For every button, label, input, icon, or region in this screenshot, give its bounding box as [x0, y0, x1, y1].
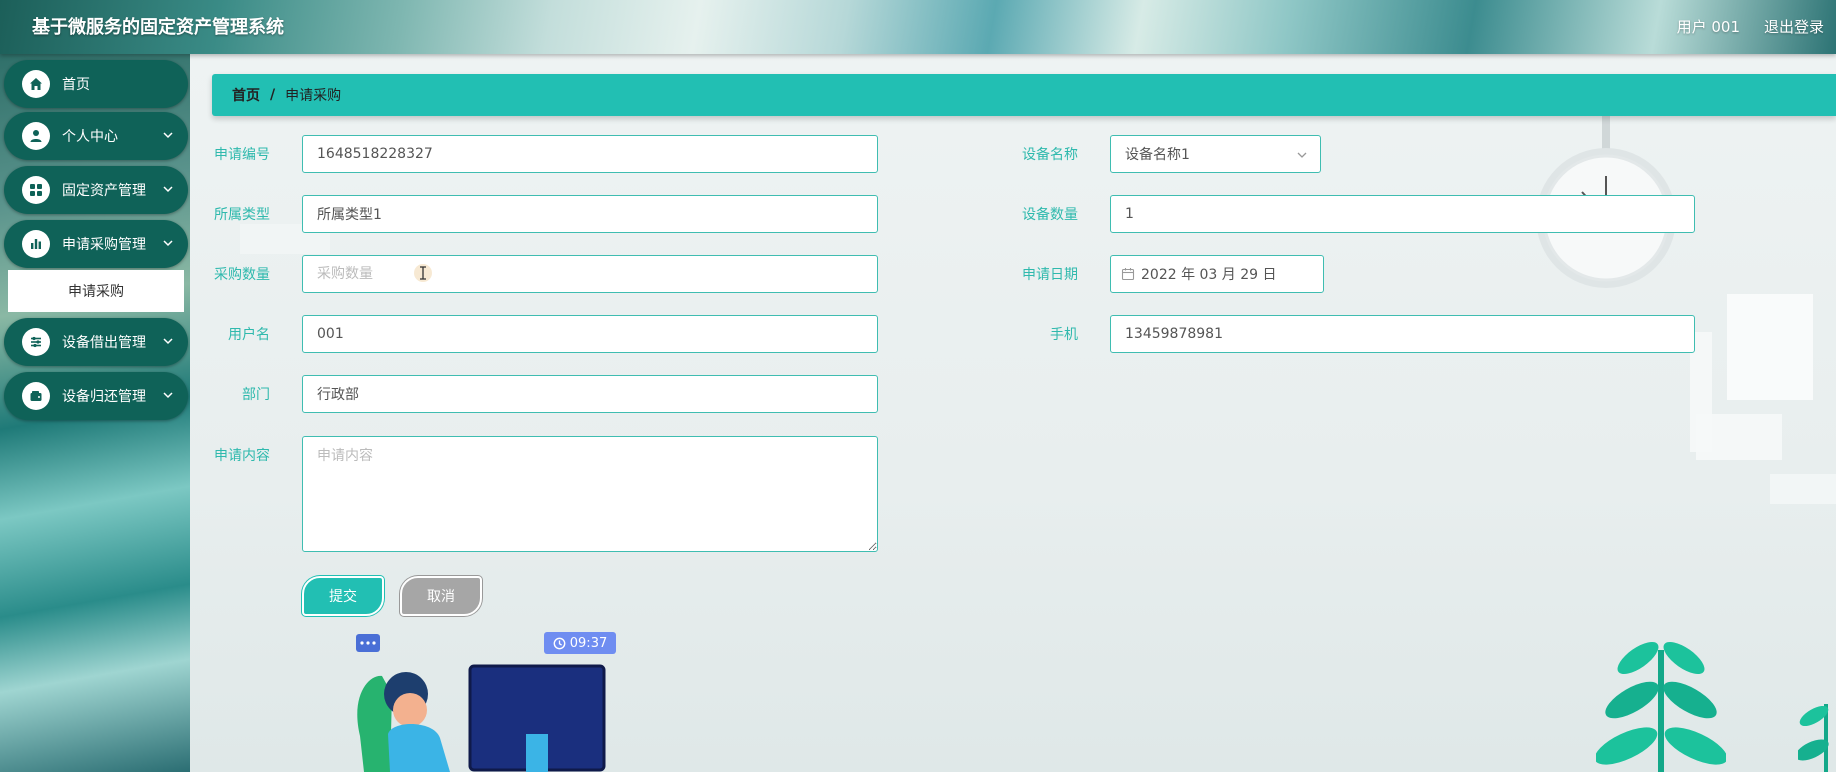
user-icon [22, 122, 50, 150]
device-qty-label: 设备数量 [1022, 207, 1078, 223]
apply-date-picker[interactable]: 2022 年 03 月 29 日 [1110, 255, 1324, 293]
paper-decoration [1770, 474, 1836, 504]
sidebar-item-label: 申请采购管理 [62, 237, 146, 253]
sidebar: 首页 个人中心 固定资产管理 申请采购管理 申请采购 设备借出管理 设备归还管理 [0, 54, 190, 772]
phone-field[interactable] [1110, 315, 1695, 353]
sidebar-item-purchase-management[interactable]: 申请采购管理 [4, 220, 188, 268]
phone-label: 手机 [1050, 327, 1078, 343]
sliders-icon [22, 328, 50, 356]
plant-illustration [1798, 704, 1829, 772]
sidebar-item-lending-management[interactable]: 设备借出管理 [4, 318, 188, 366]
breadcrumb-separator: / [270, 87, 276, 103]
paper-decoration [1727, 294, 1813, 400]
cancel-button[interactable]: 取消 [400, 576, 482, 616]
text-cursor-icon [414, 264, 432, 282]
sidebar-item-personal-center[interactable]: 个人中心 [4, 112, 188, 160]
calendar-icon [1121, 268, 1135, 281]
purchase-qty-label: 采购数量 [214, 267, 270, 283]
breadcrumb-home-link[interactable]: 首页 [232, 85, 260, 105]
app-title: 基于微服务的固定资产管理系统 [32, 17, 284, 38]
breadcrumb-current: 申请采购 [285, 88, 342, 104]
sidebar-item-asset-management[interactable]: 固定资产管理 [4, 166, 188, 214]
apply-date-value: 2022 年 03 月 29 日 [1141, 267, 1277, 283]
sidebar-item-label: 固定资产管理 [62, 183, 146, 199]
chevron-down-icon [163, 132, 173, 139]
type-field[interactable] [302, 195, 878, 233]
current-user-label: 用户 001 [1676, 18, 1740, 36]
bar-chart-icon [22, 230, 50, 258]
sidebar-subitem-apply-purchase[interactable]: 申请采购 [8, 270, 184, 312]
device-name-select[interactable]: 设备名称1 [1110, 135, 1321, 173]
person-at-computer-illustration [356, 634, 606, 772]
chevron-down-icon [1297, 152, 1307, 158]
submit-button[interactable]: 提交 [302, 576, 384, 616]
chevron-down-icon [163, 186, 173, 193]
chevron-down-icon [163, 392, 173, 399]
content-textarea[interactable] [302, 436, 878, 552]
sidebar-item-label: 设备借出管理 [62, 335, 146, 351]
sidebar-item-label: 个人中心 [62, 129, 118, 145]
main-content: 09:37 首页 / 申请采购 申请编号 所属类型 采购数量 用户名 部门 申请… [190, 54, 1836, 772]
chevron-down-icon [163, 338, 173, 345]
purchase-qty-field[interactable] [302, 255, 878, 293]
type-label: 所属类型 [214, 207, 270, 223]
clock-time-badge: 09:37 [544, 632, 616, 654]
device-qty-field[interactable] [1110, 195, 1695, 233]
breadcrumb: 首页 / 申请采购 [212, 74, 1836, 116]
apply-no-label: 申请编号 [214, 147, 270, 163]
device-name-label: 设备名称 [1022, 147, 1078, 163]
chevron-down-icon [163, 240, 173, 247]
sidebar-item-return-management[interactable]: 设备归还管理 [4, 372, 188, 420]
username-field[interactable] [302, 315, 878, 353]
plant-illustration [1596, 641, 1726, 772]
content-label: 申请内容 [214, 448, 270, 464]
sidebar-item-home[interactable]: 首页 [4, 60, 188, 108]
clock-icon [553, 637, 566, 649]
paper-decoration [1696, 414, 1782, 460]
apply-date-label: 申请日期 [1022, 267, 1078, 283]
wallet-icon [22, 382, 50, 410]
grid-icon [22, 176, 50, 204]
sidebar-item-label: 首页 [62, 77, 90, 93]
sidebar-item-label: 设备归还管理 [62, 389, 146, 405]
apply-no-field[interactable] [302, 135, 878, 173]
username-label: 用户名 [228, 327, 270, 343]
clock-time-text: 09:37 [569, 635, 608, 651]
home-icon [22, 70, 50, 98]
department-field[interactable] [302, 375, 878, 413]
device-name-selected: 设备名称1 [1125, 147, 1190, 163]
department-label: 部门 [242, 387, 270, 403]
top-header: 基于微服务的固定资产管理系统 用户 001 退出登录 [0, 0, 1836, 54]
logout-link[interactable]: 退出登录 [1764, 16, 1824, 37]
